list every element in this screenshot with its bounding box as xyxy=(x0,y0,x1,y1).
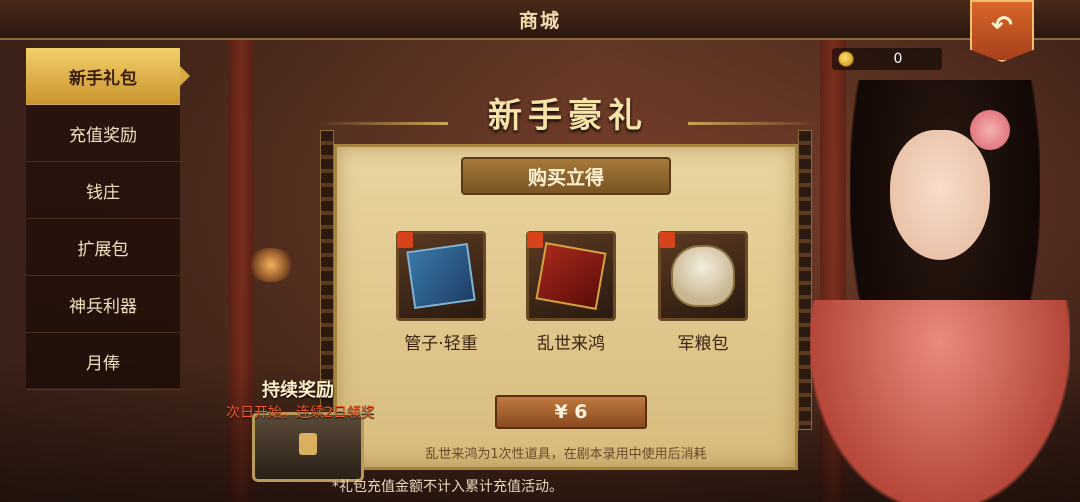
sidebar-item-newbie-pack[interactable]: 新手礼包 xyxy=(26,48,190,105)
grain-sack-icon xyxy=(671,245,735,307)
sidebar-item-monthly-salary[interactable]: 月俸 xyxy=(26,333,180,390)
character-portrait xyxy=(790,60,1080,502)
reward-item[interactable]: 乱世来鸿 xyxy=(525,231,617,354)
sidebar-item-label: 充值奖励 xyxy=(69,125,137,146)
page-title: 商城 xyxy=(518,10,561,32)
reward-item-frame xyxy=(526,231,616,321)
character-dress xyxy=(810,300,1070,502)
continuous-reward-title: 持续奖励 xyxy=(262,380,334,401)
continuous-reward-subtitle: 次日开始，连续2日领奖 xyxy=(226,405,375,421)
lantern-glow xyxy=(246,248,296,282)
sidebar: 新手礼包 充值奖励 钱庄 扩展包 神兵利器 月俸 xyxy=(26,48,190,390)
flower-ornament-icon xyxy=(970,110,1010,150)
sidebar-item-bank[interactable]: 钱庄 xyxy=(26,162,180,219)
item-consumption-note: 乱世来鸿为1次性道具，在剧本录用中使用后消耗 xyxy=(425,447,707,462)
reward-item-name: 乱世来鸿 xyxy=(537,334,605,354)
back-button[interactable]: ↶ xyxy=(970,0,1034,62)
treasure-chest-icon[interactable] xyxy=(252,412,364,482)
item-tag-icon xyxy=(659,232,675,248)
reward-item[interactable]: 管子·轻重 xyxy=(395,231,487,354)
sidebar-item-expansion[interactable]: 扩展包 xyxy=(26,219,180,276)
buy-gain-banner: 购买立得 xyxy=(461,157,671,195)
blue-books-icon xyxy=(406,242,476,310)
buy-button[interactable]: ¥ 6 xyxy=(495,395,647,429)
reward-item-name: 管子·轻重 xyxy=(404,334,478,354)
sidebar-item-label: 新手礼包 xyxy=(69,68,137,89)
sidebar-item-label: 月俸 xyxy=(86,353,120,374)
item-tag-icon xyxy=(397,232,413,248)
footer-note: *礼包充值金额不计入累计充值活动。 xyxy=(332,479,563,495)
reward-item-frame xyxy=(658,231,748,321)
gift-panel: 购买立得 管子·轻重 乱世来鸿 军粮包 ¥ 6 乱世来鸿为1次性道具，在剧本录用… xyxy=(334,144,798,470)
top-bar: 商城 xyxy=(0,0,1080,40)
reward-item-name: 军粮包 xyxy=(677,334,729,354)
red-book-icon xyxy=(535,242,607,310)
reward-item-frame xyxy=(396,231,486,321)
item-tag-icon xyxy=(527,232,543,248)
back-arrow-icon: ↶ xyxy=(991,11,1013,41)
gift-title: 新手豪礼 xyxy=(268,88,868,136)
character-face xyxy=(890,130,990,260)
sidebar-item-label: 神兵利器 xyxy=(69,296,137,317)
reward-item[interactable]: 军粮包 xyxy=(657,231,749,354)
sidebar-item-recharge-reward[interactable]: 充值奖励 xyxy=(26,105,180,162)
sidebar-item-label: 扩展包 xyxy=(77,239,129,260)
sidebar-item-weapons[interactable]: 神兵利器 xyxy=(26,276,180,333)
sidebar-item-label: 钱庄 xyxy=(86,182,120,203)
